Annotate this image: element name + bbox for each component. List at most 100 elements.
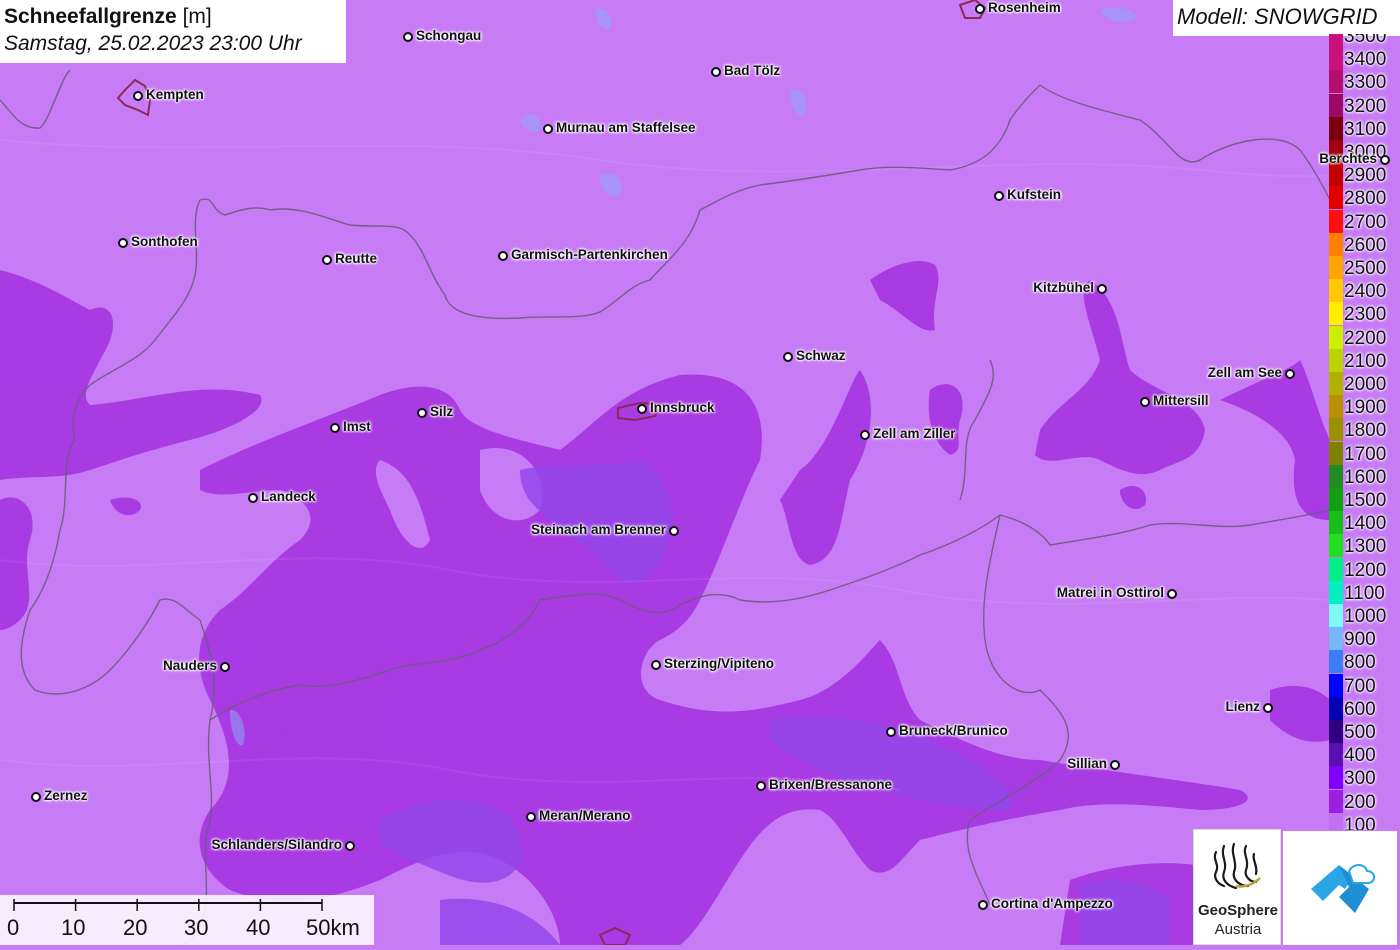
legend-swatch — [1329, 163, 1343, 187]
city-marker-icon — [526, 812, 536, 822]
city-marker-icon — [651, 660, 661, 670]
city-label: Rosenheim — [988, 0, 1061, 15]
legend-label: 2200 — [1344, 327, 1387, 349]
city-marker-icon — [1110, 760, 1120, 770]
city-marker-icon — [1097, 284, 1107, 294]
geosphere-subtitle: Austria — [1214, 921, 1262, 938]
city-marker-icon — [220, 662, 230, 672]
map-title-box: Schneefallgrenze [m] Samstag, 25.02.2023… — [0, 0, 346, 63]
legend-swatch — [1329, 464, 1343, 488]
city-label: Meran/Merano — [539, 808, 631, 823]
scale-label: 30 — [184, 915, 209, 940]
legend-row: 2800 — [1328, 186, 1400, 210]
city-marker-icon — [637, 404, 647, 414]
scale-label: 20 — [123, 915, 148, 940]
city-label: Kempten — [146, 87, 204, 102]
city-label: Berchtes — [1319, 151, 1377, 166]
city-label: Sterzing/Vipiteno — [664, 656, 775, 671]
legend-row: 400 — [1328, 743, 1400, 767]
legend-row: 3500 — [1328, 34, 1400, 47]
legend-row: 800 — [1328, 650, 1400, 674]
city-label: Imst — [343, 419, 371, 434]
legend-label: 1000 — [1344, 606, 1387, 627]
legend-row: 3100 — [1328, 116, 1400, 140]
legend-label: 800 — [1344, 652, 1376, 674]
legend-label: 400 — [1344, 745, 1376, 767]
legend-label: 2500 — [1344, 258, 1387, 279]
legend-row: 1300 — [1328, 534, 1400, 558]
legend-row: 500 — [1328, 720, 1400, 743]
legend-swatch — [1329, 441, 1343, 465]
legend-swatch — [1329, 696, 1343, 720]
city-marker-icon — [403, 32, 413, 42]
legend-label: 1300 — [1344, 536, 1387, 558]
legend-label: 700 — [1344, 675, 1376, 697]
legend-row: 1900 — [1328, 395, 1400, 419]
legend-swatch — [1329, 47, 1343, 71]
legend-row: 3200 — [1328, 93, 1400, 117]
scale-label: 50km — [306, 915, 360, 940]
legend-row: 700 — [1328, 673, 1400, 697]
legend-swatch — [1329, 232, 1343, 256]
legend-label: 900 — [1344, 629, 1376, 651]
legend-swatch — [1329, 488, 1343, 511]
legend-row: 2200 — [1328, 325, 1400, 349]
legend-swatch — [1329, 627, 1343, 651]
legend-swatch — [1329, 673, 1343, 697]
legend-label: 1700 — [1344, 443, 1387, 465]
city-label: Lienz — [1225, 699, 1260, 714]
legend-row: 100 — [1328, 812, 1400, 830]
city-marker-icon — [1140, 397, 1150, 407]
city-label: Nauders — [162, 658, 217, 673]
city-label: Murnau am Staffelsee — [556, 120, 696, 135]
city-marker-icon — [248, 493, 258, 503]
scale-label: 40 — [246, 915, 271, 940]
city-label: Matrei in Osttirol — [1056, 585, 1164, 600]
legend-row: 1200 — [1328, 557, 1400, 581]
city-label: Steinach am Brenner — [530, 522, 666, 537]
city-marker-icon — [330, 423, 340, 433]
city-marker-icon — [975, 4, 985, 14]
legend-label: 3300 — [1344, 72, 1387, 94]
legend-label: 3200 — [1344, 95, 1387, 117]
legend-label: 300 — [1344, 768, 1376, 790]
city-label: Garmisch-Partenkirchen — [511, 247, 668, 262]
legend-swatch — [1329, 743, 1343, 767]
legend-row: 300 — [1328, 766, 1400, 790]
city-marker-icon — [711, 67, 721, 77]
city-marker-icon — [322, 255, 332, 265]
legend-label: 1800 — [1344, 420, 1387, 442]
legend-swatch — [1329, 650, 1343, 674]
legend-swatch — [1329, 256, 1343, 279]
map-datetime: Samstag, 25.02.2023 23:00 Uhr — [4, 32, 302, 55]
city-marker-icon — [345, 841, 355, 851]
legend-row: 200 — [1328, 789, 1400, 813]
snowgrid-logo[interactable] — [1283, 831, 1397, 945]
city-marker-icon — [860, 430, 870, 440]
legend-label: 3500 — [1344, 34, 1387, 47]
legend-row: 1000 — [1328, 604, 1400, 627]
geosphere-mark-icon — [1213, 842, 1261, 890]
legend-row: 2400 — [1328, 279, 1400, 303]
legend-row: 2600 — [1328, 232, 1400, 256]
city-label: Schwaz — [796, 348, 846, 363]
legend-label: 2000 — [1344, 374, 1387, 395]
legend-swatch — [1329, 557, 1343, 581]
legend-label: 2400 — [1344, 281, 1387, 303]
legend-row: 600 — [1328, 696, 1400, 720]
legend-swatch — [1329, 720, 1343, 743]
legend-label: 2100 — [1344, 350, 1387, 372]
legend-row: 3300 — [1328, 70, 1400, 94]
scale-label: 0 — [7, 915, 20, 940]
legend-swatch — [1329, 186, 1343, 210]
geosphere-logo[interactable]: GeoSphere Austria — [1193, 829, 1281, 945]
legend-swatch — [1329, 116, 1343, 140]
legend-label: 1200 — [1344, 559, 1387, 581]
legend-row: 2500 — [1328, 256, 1400, 279]
snowfall-line-map[interactable] — [0, 0, 1400, 945]
geosphere-name: GeoSphere — [1197, 902, 1279, 919]
city-label: Sillian — [1067, 756, 1107, 771]
city-label: Silz — [430, 404, 454, 419]
city-label: Mittersill — [1153, 393, 1209, 408]
legend-swatch — [1329, 395, 1343, 419]
